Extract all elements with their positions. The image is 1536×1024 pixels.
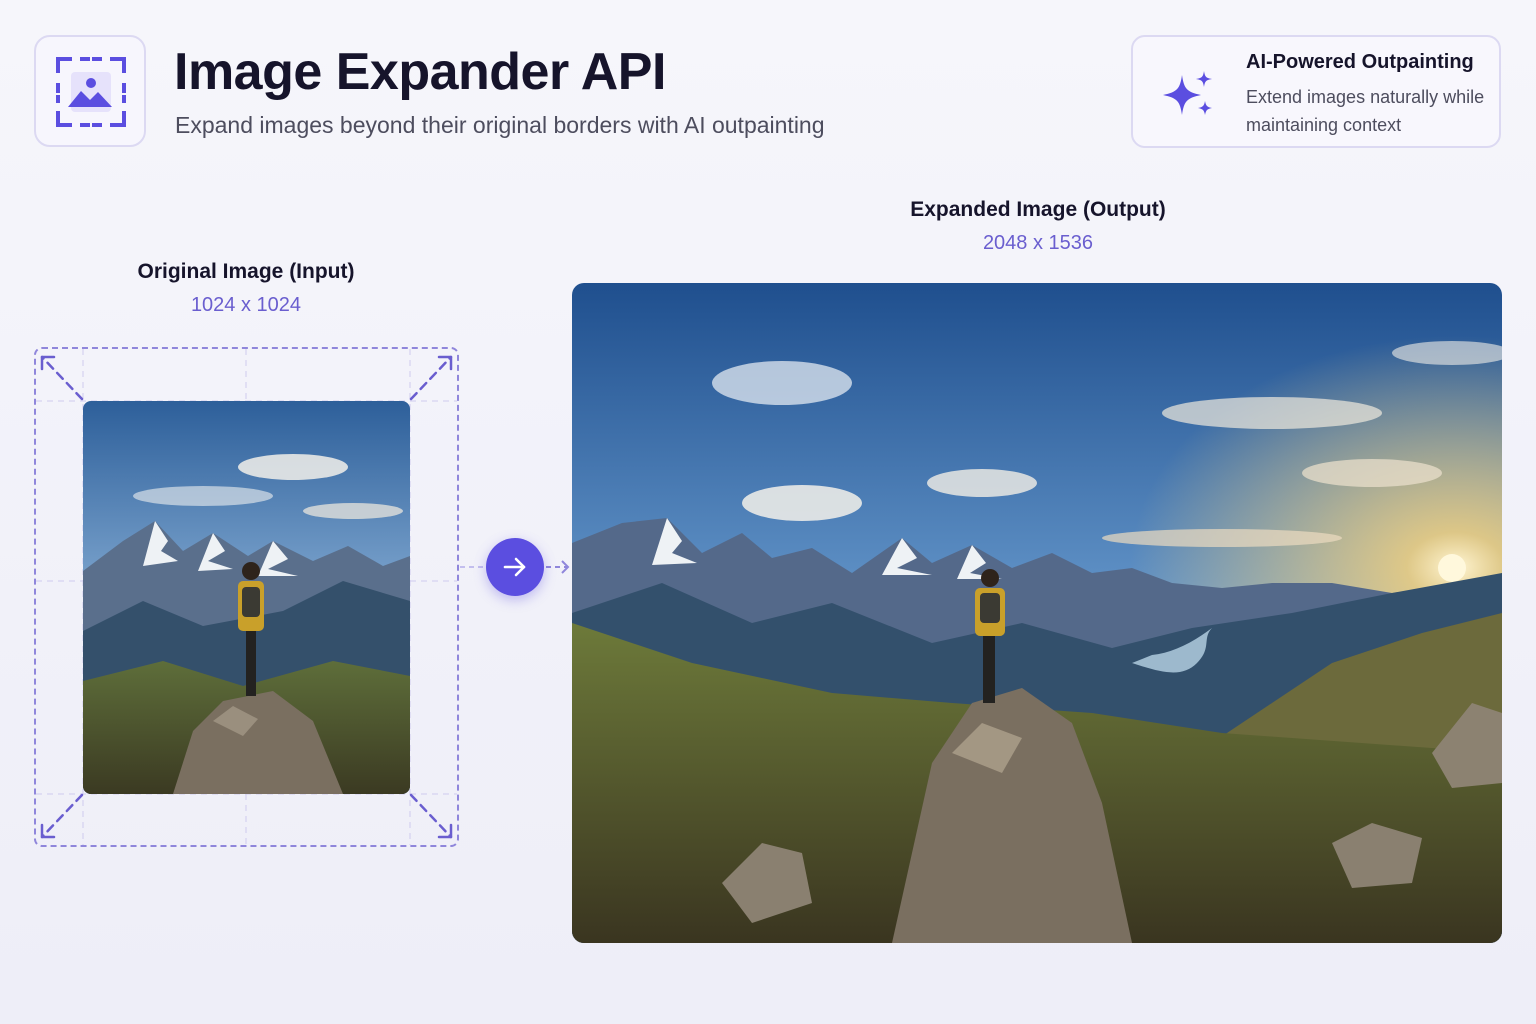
output-dimensions: 2048 x 1536 (982, 232, 1094, 254)
expand-arrow-top-left-icon (40, 355, 84, 401)
expand-action-button[interactable] (486, 538, 544, 596)
input-image (83, 401, 410, 794)
feature-description: Extend images naturally while maintainin… (1246, 87, 1485, 135)
input-label: Original Image (Input) (137, 260, 355, 283)
app-logo (34, 35, 146, 147)
expand-arrow-top-right-icon (409, 355, 453, 401)
page-title: Image Expander API (174, 43, 666, 101)
feature-title: AI-Powered Outpainting (1246, 51, 1474, 73)
output-label: Expanded Image (Output) (910, 198, 1166, 221)
page-subtitle: Expand images beyond their original bord… (175, 112, 825, 138)
expand-arrow-bottom-left-icon (40, 793, 84, 839)
input-dimensions: 1024 x 1024 (190, 294, 302, 316)
output-image (572, 283, 1502, 943)
sparkle-icon (1163, 71, 1212, 115)
image-expand-icon (56, 57, 126, 127)
arrow-right-icon (503, 557, 526, 577)
expand-arrow-bottom-right-icon (409, 793, 453, 839)
feature-card: AI-Powered Outpainting Extend images nat… (1131, 35, 1501, 148)
